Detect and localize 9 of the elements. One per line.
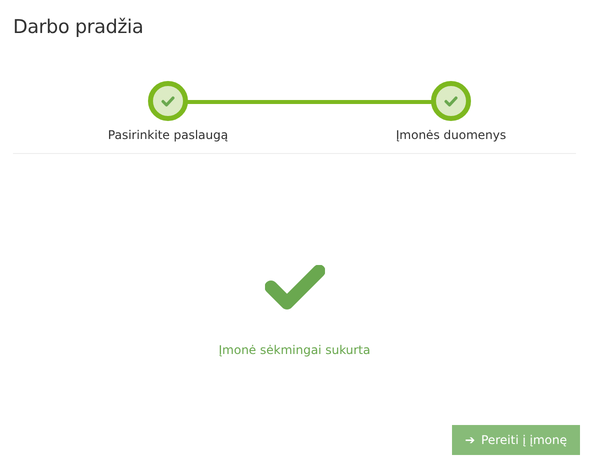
step-label: Įmonės duomenys — [396, 127, 506, 144]
check-icon — [161, 96, 175, 106]
arrow-icon: ➔ — [465, 431, 476, 449]
success-message: Įmonė sėkmingai sukurta — [218, 342, 370, 359]
check-icon — [444, 96, 458, 106]
check-icon — [264, 265, 324, 311]
step-label: Pasirinkite paslaugą — [108, 127, 228, 144]
go-to-company-button[interactable]: ➔ Pereiti į įmonę — [452, 425, 580, 455]
page-title: Darbo pradžia — [13, 15, 144, 40]
